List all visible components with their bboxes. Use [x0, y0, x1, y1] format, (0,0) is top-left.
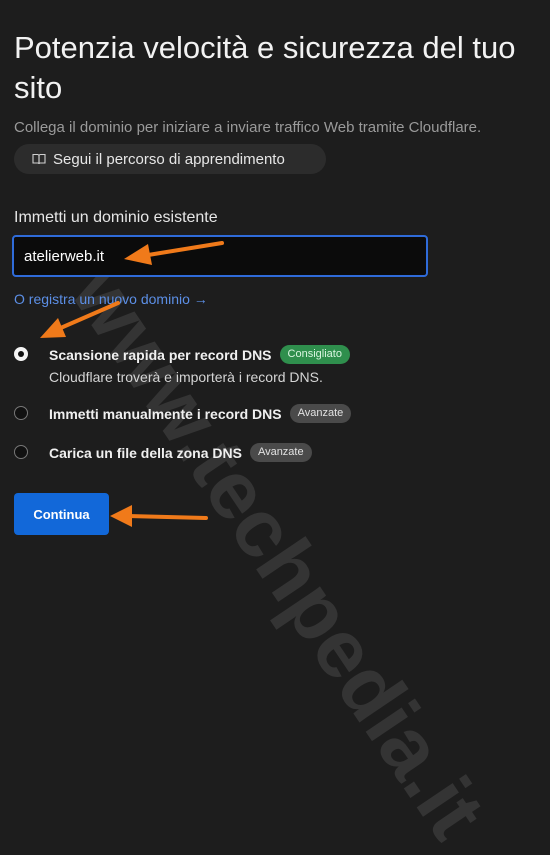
radio-quick-scan[interactable] — [14, 347, 28, 361]
register-domain-link[interactable]: O registra un nuovo dominio → — [14, 291, 208, 307]
continue-button[interactable]: Continua — [14, 493, 109, 535]
option-quick-scan[interactable]: Scansione rapida per record DNS Consigli… — [14, 345, 350, 385]
domain-field-label: Immetti un dominio esistente — [14, 209, 218, 226]
arrow-to-continue-button — [110, 505, 208, 527]
option-upload-zone-file[interactable]: Carica un file della zona DNS Avanzate — [14, 443, 312, 462]
learning-path-button[interactable]: Segui il percorso di apprendimento — [14, 144, 326, 174]
book-icon — [32, 153, 46, 165]
recommended-badge: Consigliato — [279, 345, 350, 364]
option-quick-scan-title: Scansione rapida per record DNS — [49, 346, 272, 363]
page-subtitle: Collega il dominio per iniziare a inviar… — [14, 119, 482, 136]
option-manual-entry-title: Immetti manualmente i record DNS — [49, 405, 282, 422]
option-upload-zone-file-title: Carica un file della zona DNS — [49, 444, 242, 461]
domain-input[interactable] — [12, 235, 428, 277]
arrow-to-quick-scan-radio — [40, 301, 120, 338]
page-title: Potenzia velocità e sicurezza del tuo si… — [14, 30, 516, 105]
radio-manual-entry[interactable] — [14, 406, 28, 420]
radio-upload-zone-file[interactable] — [14, 445, 28, 459]
advanced-badge: Avanzate — [249, 443, 312, 462]
watermark-text: www.techpedia.it — [53, 250, 503, 855]
advanced-badge: Avanzate — [289, 404, 352, 423]
option-manual-entry[interactable]: Immetti manualmente i record DNS Avanzat… — [14, 404, 352, 423]
learning-path-label: Segui il percorso di apprendimento — [53, 150, 285, 168]
option-quick-scan-description: Cloudflare troverà e importerà i record … — [49, 369, 323, 385]
